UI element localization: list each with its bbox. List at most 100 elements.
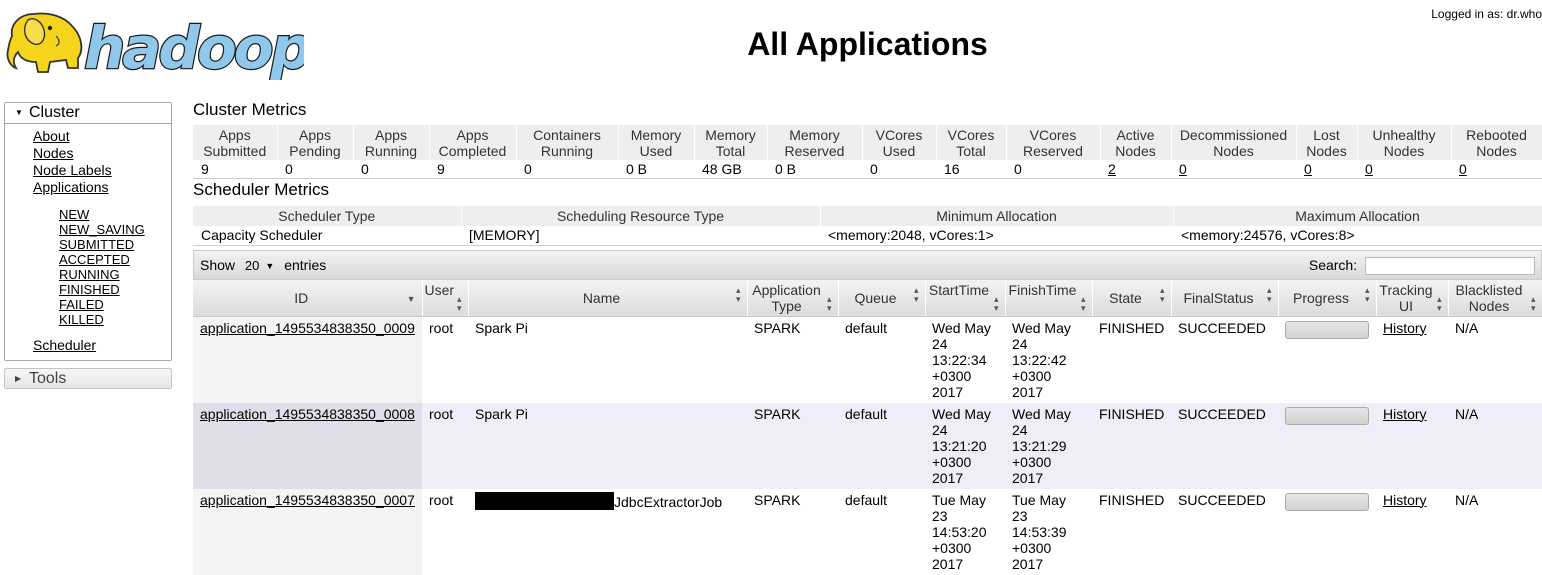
app-state: FINISHED [1092, 488, 1171, 575]
app-tracking-link[interactable]: History [1383, 492, 1427, 508]
scheduler-metrics-header-row: Scheduler Type Scheduling Resource Type … [193, 206, 1542, 226]
column-header-state[interactable]: State ▴ ▾ [1092, 279, 1172, 317]
sm-value-min-allocation: <memory:2048, vCores:1> [820, 226, 1173, 246]
cluster-metrics-header-row: Apps Submitted Apps Pending Apps Running… [193, 125, 1542, 160]
app-final-status: SUCCEEDED [1171, 402, 1278, 489]
nav-link-state-accepted[interactable]: ACCEPTED [59, 252, 130, 267]
elephant-icon [6, 12, 83, 73]
triangle-right-icon: ▶ [15, 374, 22, 383]
cm-value-apps-running: 0 [353, 160, 429, 179]
app-type: SPARK [747, 316, 838, 403]
cm-link-unhealthy-nodes[interactable]: 0 [1365, 161, 1373, 177]
scheduler-metrics-value-row: Capacity Scheduler [MEMORY] <memory:2048… [193, 226, 1542, 246]
cm-header-unhealthy-nodes: Unhealthy Nodes [1357, 125, 1452, 160]
nav-link-state-running[interactable]: RUNNING [59, 267, 120, 282]
cm-header-apps-running: Apps Running [353, 125, 430, 160]
cm-header-rebooted-nodes: Rebooted Nodes [1451, 125, 1542, 160]
app-id-link[interactable]: application_1495534838350_0008 [200, 406, 415, 422]
app-queue: default [838, 316, 925, 403]
select-arrow-icon: ▼ [265, 260, 275, 271]
cm-header-active-nodes: Active Nodes [1100, 125, 1172, 160]
column-header-queue[interactable]: Queue ▴ ▾ [838, 279, 926, 317]
sort-both-icon: ▴ ▾ [913, 284, 919, 304]
cm-header-apps-submitted: Apps Submitted [193, 125, 278, 160]
search-input[interactable] [1365, 256, 1535, 275]
sort-both-icon: ▴ ▾ [1530, 293, 1536, 313]
applications-table: ID ▼ User ▴ ▾ Name ▴ ▾ Application Type ▴ ▾ Que… [193, 279, 1542, 575]
entries-length-select[interactable]: 20 ▼ [243, 252, 276, 280]
nav-link-state-failed[interactable]: FAILED [59, 297, 104, 312]
cm-value-apps-pending: 0 [277, 160, 353, 179]
cm-link-lost-nodes[interactable]: 0 [1304, 161, 1312, 177]
nav-link-state-new-saving[interactable]: NEW_SAVING [59, 222, 145, 237]
column-header-tracking-ui[interactable]: Tracking UI ▴ ▾ [1376, 279, 1449, 317]
app-user: root [422, 402, 468, 489]
nav-link-node-labels[interactable]: Node Labels [33, 162, 112, 178]
cm-link-rebooted-nodes[interactable]: 0 [1459, 161, 1467, 177]
page-title: All Applications [747, 26, 988, 62]
app-id-link[interactable]: application_1495534838350_0009 [200, 320, 415, 336]
column-header-user-label: User [424, 281, 455, 298]
tools-nav-header[interactable]: ▶ Tools [4, 368, 172, 389]
nav-link-nodes[interactable]: Nodes [33, 145, 73, 161]
column-header-tracking-ui-label: Tracking UI [1379, 281, 1433, 314]
column-header-blacklisted-nodes[interactable]: Blacklisted Nodes ▴ ▾ [1448, 279, 1542, 317]
column-header-id[interactable]: ID ▼ [193, 279, 423, 317]
app-blacklisted-nodes: N/A [1448, 488, 1542, 575]
cm-value-containers-running: 0 [516, 160, 618, 179]
sort-desc-icon: ▼ [406, 293, 416, 304]
nav-link-state-finished[interactable]: FINISHED [59, 282, 120, 297]
cm-link-decommissioned-nodes[interactable]: 0 [1179, 161, 1187, 177]
app-state: FINISHED [1092, 402, 1171, 489]
app-name: Spark Pi [468, 316, 747, 403]
app-tracking-link[interactable]: History [1383, 320, 1427, 336]
nav-link-applications[interactable]: Applications [33, 179, 109, 195]
cm-value-memory-total: 48 GB [694, 160, 767, 179]
nav-link-scheduler[interactable]: Scheduler [33, 337, 96, 353]
column-header-start-time[interactable]: StartTime ▴ ▾ [925, 279, 1006, 317]
column-header-final-status[interactable]: FinalStatus ▴ ▾ [1171, 279, 1279, 317]
entries-length-value: 20 [244, 257, 260, 273]
app-state: FINISHED [1092, 316, 1171, 403]
cm-header-memory-total: Memory Total [694, 125, 768, 160]
sort-both-icon: ▴ ▾ [1364, 284, 1370, 304]
column-header-user[interactable]: User ▴ ▾ [422, 279, 469, 317]
nav-link-about[interactable]: About [33, 128, 70, 144]
cluster-nav-label: Cluster [29, 104, 80, 121]
nav-link-state-submitted[interactable]: SUBMITTED [59, 237, 134, 252]
cluster-metrics-value-row: 9 0 0 9 0 0 B 48 GB 0 B 0 16 0 2 0 0 0 0 [193, 160, 1542, 179]
cm-value-vcores-used: 0 [862, 160, 936, 179]
sm-header-resource-type: Scheduling Resource Type [461, 206, 821, 226]
column-header-finish-time[interactable]: FinishTime ▴ ▾ [1005, 279, 1093, 317]
cm-link-active-nodes[interactable]: 2 [1108, 161, 1116, 177]
sm-header-max-allocation: Maximum Allocation [1173, 206, 1542, 226]
scheduler-metrics-table: Scheduler Type Scheduling Resource Type … [193, 206, 1542, 246]
column-header-blacklisted-nodes-label: Blacklisted Nodes [1455, 281, 1523, 314]
cluster-nav-links: About Nodes Node Labels Applications NEW… [5, 124, 171, 360]
nav-link-state-killed[interactable]: KILLED [59, 312, 104, 327]
sm-value-resource-type: [MEMORY] [461, 226, 820, 246]
app-tracking-link[interactable]: History [1383, 406, 1427, 422]
sm-value-max-allocation: <memory:24576, vCores:8> [1173, 226, 1542, 246]
cm-header-lost-nodes: Lost Nodes [1296, 125, 1358, 160]
column-header-name[interactable]: Name ▴ ▾ [468, 279, 748, 317]
sm-value-scheduler-type: Capacity Scheduler [193, 226, 461, 246]
app-queue: default [838, 488, 925, 575]
cm-header-memory-reserved: Memory Reserved [767, 125, 863, 160]
hadoop-logo: hadoop [6, 12, 304, 80]
sort-both-icon: ▴ ▾ [735, 284, 741, 304]
app-final-status: SUCCEEDED [1171, 316, 1278, 403]
nav-link-state-new[interactable]: NEW [59, 207, 89, 222]
sort-both-icon: ▴ ▾ [826, 293, 832, 313]
column-header-progress[interactable]: Progress ▴ ▾ [1278, 279, 1377, 317]
cluster-nav-section: ▼ Cluster About Nodes Node Labels Applica… [4, 102, 172, 361]
cluster-nav-header[interactable]: ▼ Cluster [5, 103, 171, 124]
app-name: JdbcExtractorJob [614, 493, 723, 510]
app-progress-bar [1285, 406, 1369, 425]
column-header-application-type[interactable]: Application Type ▴ ▾ [747, 279, 839, 317]
apps-table-toolbar: Show 20 ▼ entries Search: [193, 249, 1542, 280]
cm-header-memory-used: Memory Used [618, 125, 695, 160]
cm-header-vcores-reserved: VCores Reserved [1006, 125, 1101, 160]
app-blacklisted-nodes: N/A [1448, 402, 1542, 489]
app-id-link[interactable]: application_1495534838350_0007 [200, 492, 415, 508]
